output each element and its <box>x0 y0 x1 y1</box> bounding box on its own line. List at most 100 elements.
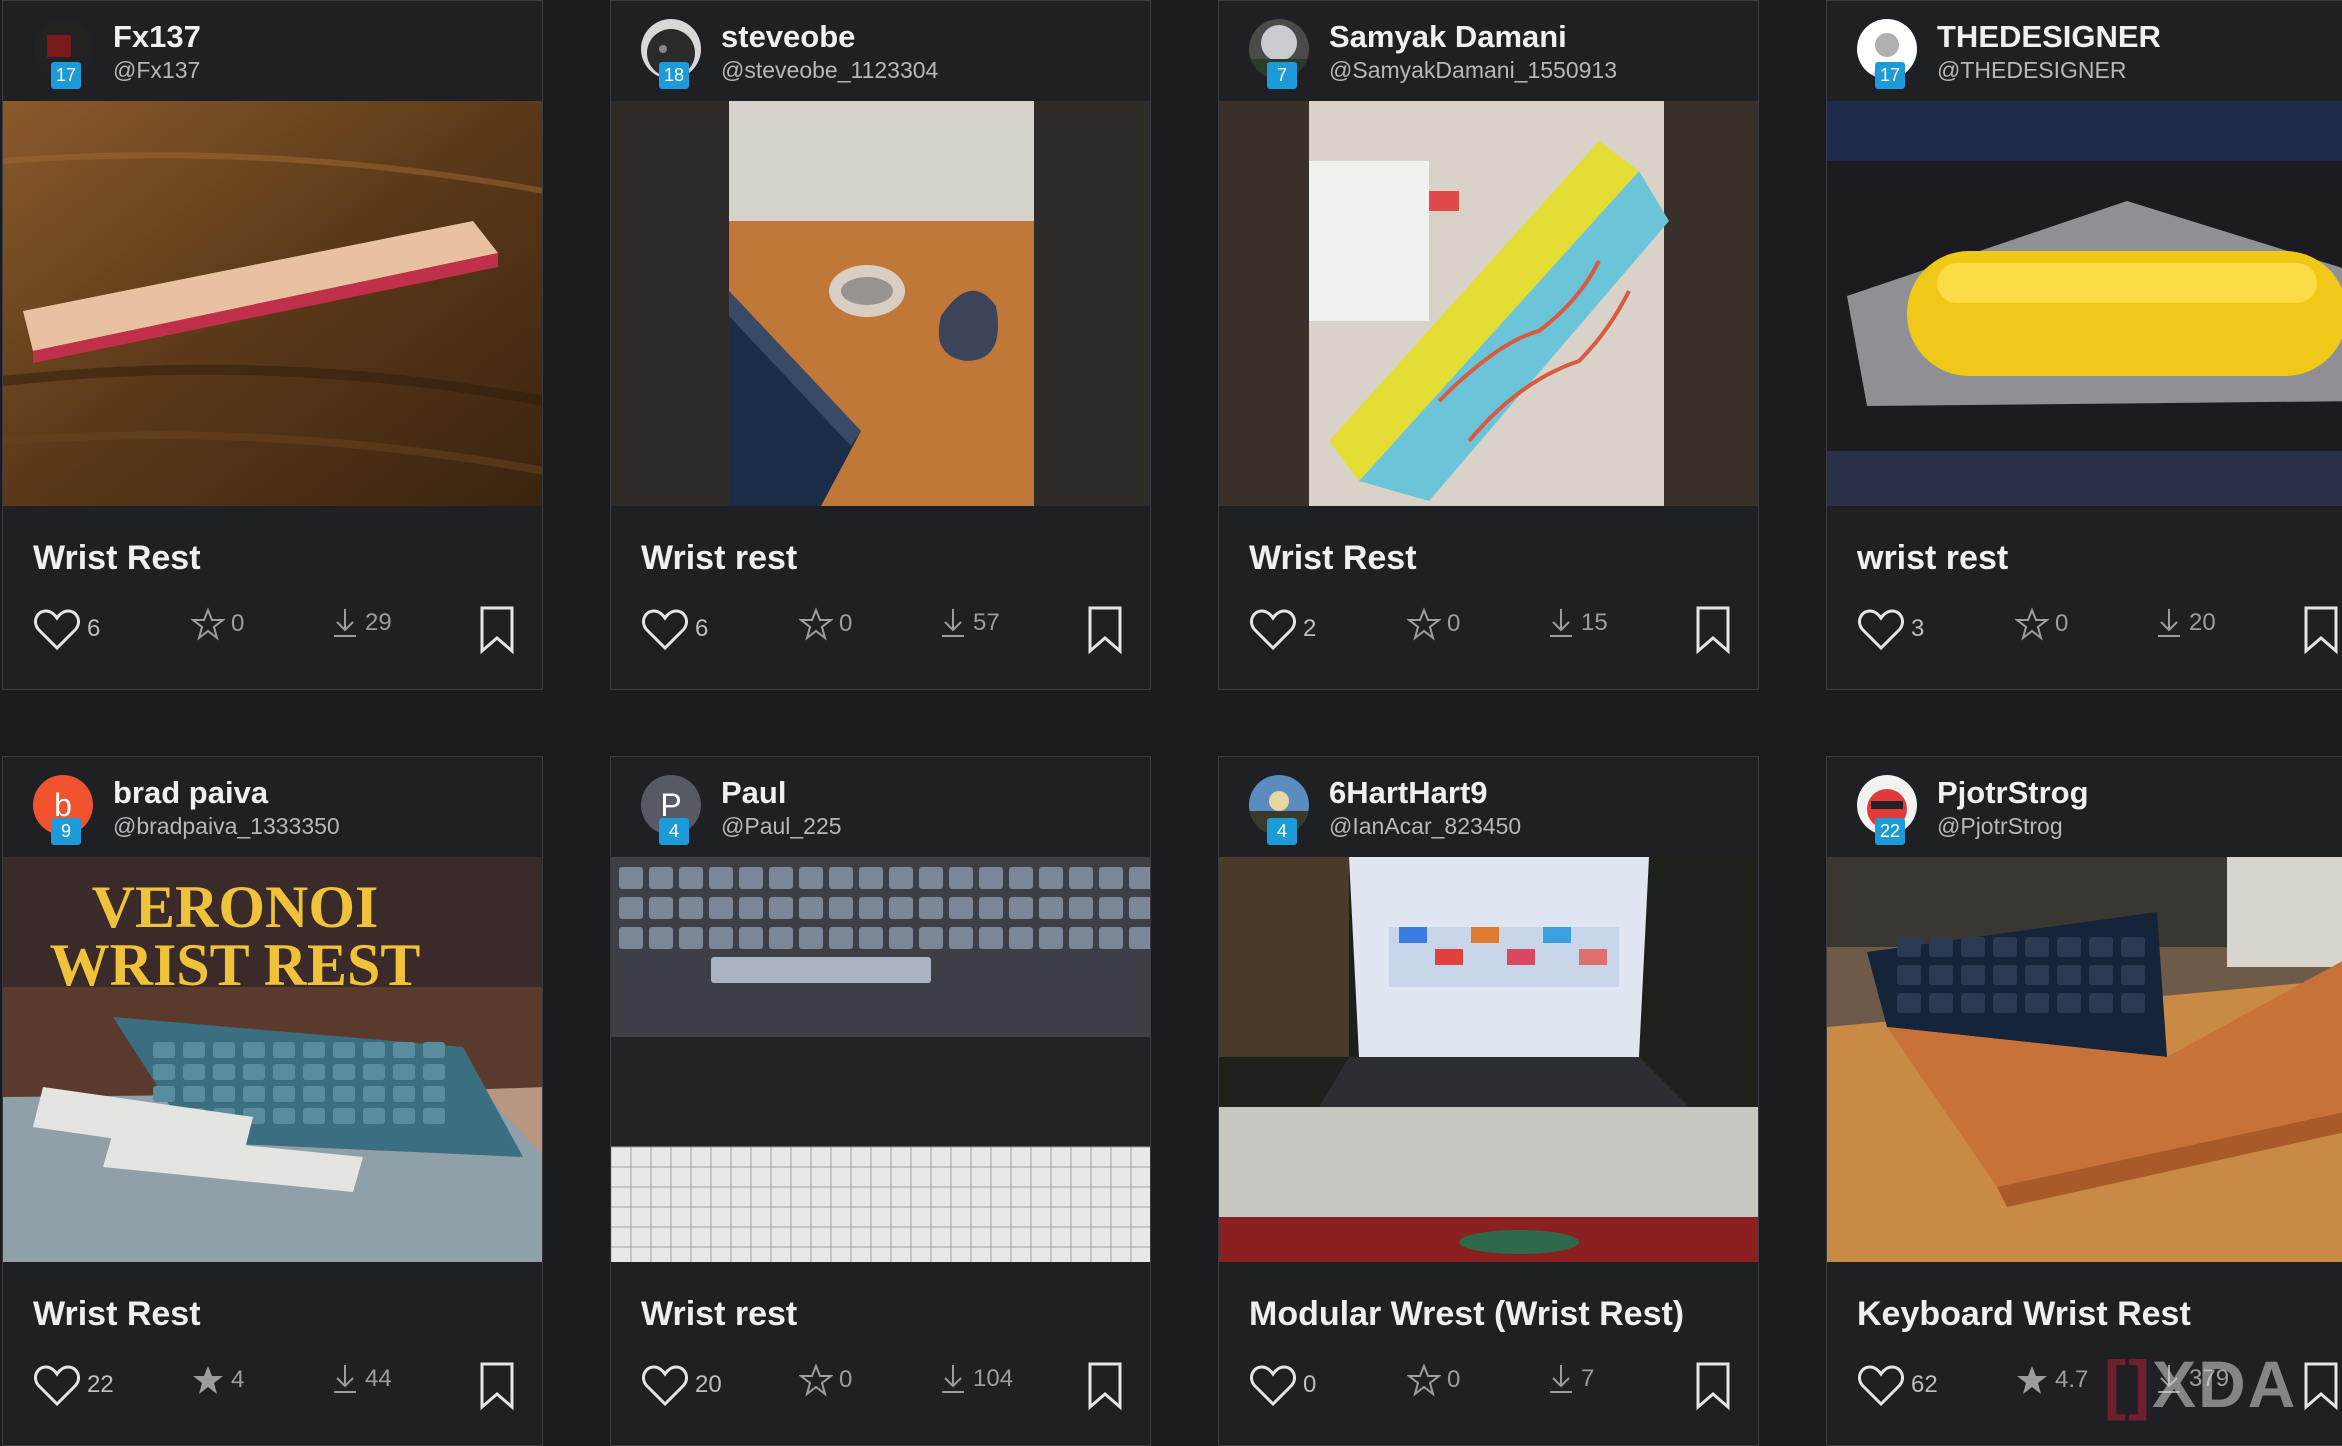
download-count: 29 <box>331 607 392 639</box>
bookmark-icon[interactable] <box>477 1361 517 1416</box>
model-title[interactable]: Wrist rest <box>641 539 797 578</box>
username[interactable]: THEDESIGNER <box>1937 19 2161 55</box>
xda-watermark: []XDA <box>2104 1347 2298 1421</box>
download-count: 7 <box>1547 1363 1594 1395</box>
download-icon <box>334 1365 356 1393</box>
download-icon <box>942 1365 964 1393</box>
like-button[interactable]: 62 <box>1857 1363 1938 1407</box>
rating: 0 <box>799 1363 852 1397</box>
like-count: 62 <box>1911 1371 1938 1398</box>
download-count: 20 <box>2155 607 2216 639</box>
model-card[interactable]: b 9 brad paiva @bradpaiva_1333350 VERONO… <box>2 756 543 1446</box>
user-handle: @bradpaiva_1333350 <box>113 813 340 839</box>
username[interactable]: brad paiva <box>113 775 268 811</box>
model-title[interactable]: Modular Wrest (Wrist Rest) <box>1249 1295 1684 1334</box>
username[interactable]: Samyak Damani <box>1329 19 1567 55</box>
model-thumbnail[interactable] <box>611 857 1150 1262</box>
rating: 0 <box>191 607 244 641</box>
model-thumbnail[interactable]: VERONOI WRIST REST <box>3 857 542 1262</box>
model-card[interactable]: 4 6HartHart9 @IanAcar_823450 Modular Wre… <box>1218 756 1759 1446</box>
rating: 0 <box>1407 607 1460 641</box>
user-handle: @Paul_225 <box>721 813 842 839</box>
card-header: 17 Fx137 @Fx137 <box>3 1 542 101</box>
star-icon <box>193 1366 223 1394</box>
level-badge: 4 <box>1267 818 1297 845</box>
bookmark-icon[interactable] <box>2301 1361 2341 1416</box>
star-icon <box>1407 607 1441 641</box>
download-count: 15 <box>1547 607 1608 639</box>
download-value: 15 <box>1581 609 1608 636</box>
like-button[interactable]: 2 <box>1249 607 1316 651</box>
username[interactable]: Paul <box>721 775 786 811</box>
rating-value: 0 <box>1447 1366 1461 1393</box>
like-button[interactable]: 3 <box>1857 607 1924 651</box>
model-thumbnail[interactable] <box>1827 101 2342 506</box>
rating-value: 4 <box>231 1366 245 1393</box>
heart-icon <box>642 609 688 651</box>
card-header: P 4 Paul @Paul_225 <box>611 757 1150 857</box>
star-icon <box>2015 607 2049 641</box>
username[interactable]: steveobe <box>721 19 855 55</box>
download-icon <box>1550 609 1572 637</box>
model-card[interactable]: 22 PjotrStrog @PjotrStrog Keyboard Wrist… <box>1826 756 2342 1446</box>
model-title[interactable]: Keyboard Wrist Rest <box>1857 1295 2191 1334</box>
card-header: 17 THEDESIGNER @THEDESIGNER <box>1827 1 2342 101</box>
overlay-line-1: VERONOI <box>92 874 379 940</box>
download-value: 57 <box>973 609 1000 636</box>
rating-value: 4.7 <box>2055 1366 2089 1393</box>
model-thumbnail[interactable] <box>1827 857 2342 1262</box>
model-title[interactable]: Wrist Rest <box>33 539 201 578</box>
model-thumbnail[interactable] <box>611 101 1150 506</box>
model-thumbnail[interactable] <box>3 101 542 506</box>
download-count: 57 <box>939 607 1000 639</box>
model-card[interactable]: 17 THEDESIGNER @THEDESIGNER wrist rest 3… <box>1826 0 2342 690</box>
card-stats: 2 0 15 <box>1219 599 1758 669</box>
model-thumbnail[interactable] <box>1219 857 1758 1262</box>
like-button[interactable]: 22 <box>33 1363 114 1407</box>
user-handle: @steveobe_1123304 <box>721 57 939 83</box>
bookmark-icon[interactable] <box>477 605 517 660</box>
model-thumbnail[interactable] <box>1219 101 1758 506</box>
overlay-line-2: WRIST REST <box>50 932 421 998</box>
card-header: b 9 brad paiva @bradpaiva_1333350 <box>3 757 542 857</box>
heart-icon <box>1858 1365 1904 1407</box>
model-card[interactable]: P 4 Paul @Paul_225 Wrist rest 20 0 104 <box>610 756 1151 1446</box>
star-icon <box>191 607 225 641</box>
star-icon <box>1407 1363 1441 1397</box>
level-badge: 22 <box>1875 818 1905 845</box>
like-count: 22 <box>87 1371 114 1398</box>
download-icon <box>942 609 964 637</box>
bookmark-icon[interactable] <box>1085 1361 1125 1416</box>
bookmark-icon[interactable] <box>1693 605 1733 660</box>
user-handle: @Fx137 <box>113 57 201 83</box>
model-title[interactable]: Wrist rest <box>641 1295 797 1334</box>
bookmark-icon[interactable] <box>1085 605 1125 660</box>
user-handle: @SamyakDamani_1550913 <box>1329 57 1618 83</box>
download-value: 104 <box>973 1365 1014 1392</box>
username[interactable]: 6HartHart9 <box>1329 775 1488 811</box>
model-title[interactable]: Wrist Rest <box>33 1295 201 1334</box>
rating-value: 0 <box>231 610 245 637</box>
like-count: 2 <box>1303 615 1317 642</box>
like-button[interactable]: 20 <box>641 1363 722 1407</box>
card-stats: 6 0 29 <box>3 599 542 669</box>
model-title[interactable]: Wrist Rest <box>1249 539 1417 578</box>
model-title[interactable]: wrist rest <box>1857 539 2008 578</box>
card-stats: 20 0 104 <box>611 1355 1150 1425</box>
like-button[interactable]: 0 <box>1249 1363 1316 1407</box>
bookmark-icon[interactable] <box>1693 1361 1733 1416</box>
rating: 4 <box>191 1363 244 1397</box>
card-stats: 0 0 7 <box>1219 1355 1758 1425</box>
user-handle: @THEDESIGNER <box>1937 57 2127 83</box>
model-card[interactable]: 17 Fx137 @Fx137 Wrist Rest 6 0 29 <box>2 0 543 690</box>
rating: 0 <box>2015 607 2068 641</box>
download-count: 44 <box>331 1363 392 1395</box>
heart-icon <box>1250 1365 1296 1407</box>
bookmark-icon[interactable] <box>2301 605 2341 660</box>
like-button[interactable]: 6 <box>641 607 708 651</box>
username[interactable]: Fx137 <box>113 19 201 55</box>
like-button[interactable]: 6 <box>33 607 100 651</box>
username[interactable]: PjotrStrog <box>1937 775 2089 811</box>
model-card[interactable]: 7 Samyak Damani @SamyakDamani_1550913 Wr… <box>1218 0 1759 690</box>
model-card[interactable]: 18 steveobe @steveobe_1123304 Wrist rest… <box>610 0 1151 690</box>
